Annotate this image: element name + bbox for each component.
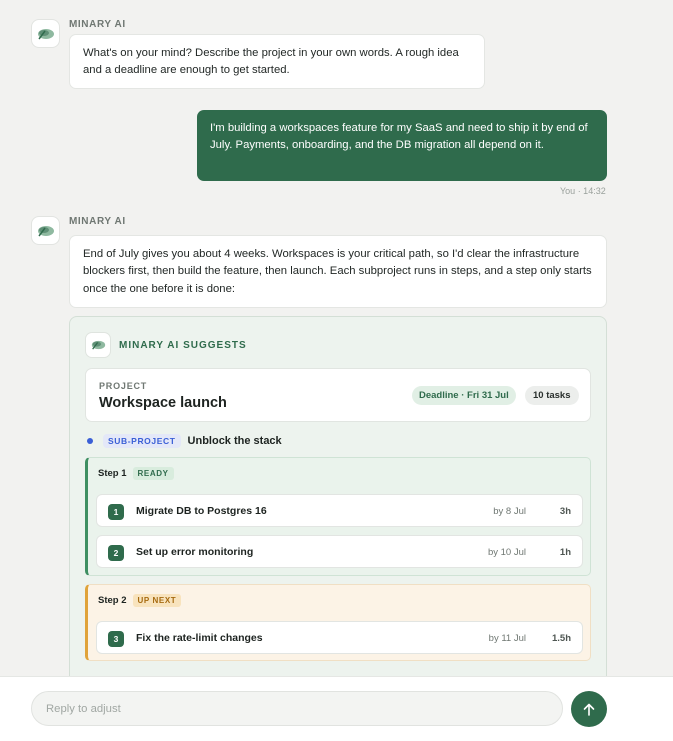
minary-logo-icon <box>37 225 54 236</box>
reply-input[interactable] <box>31 691 563 726</box>
step-block: Step 2 UP NEXT 3 Fix the rate-limit chan… <box>85 584 591 661</box>
task-estimate: 1h <box>559 547 571 558</box>
suggestion-logo <box>85 332 111 358</box>
step-title: Step 2 <box>98 595 127 606</box>
task-name: Fix the rate-limit changes <box>136 632 263 644</box>
user-message: I'm building a workspaces feature for my… <box>197 110 607 181</box>
task-number: 3 <box>108 631 124 647</box>
composer-bar <box>0 676 673 741</box>
project-label: PROJECT <box>99 381 148 391</box>
task-due-date: by 10 Jul <box>487 547 526 558</box>
assistant-avatar <box>31 19 60 48</box>
step-block: Step 1 READY 1 Migrate DB to Postgres 16… <box>85 457 591 576</box>
assistant-message: End of July gives you about 4 weeks. Wor… <box>69 235 607 308</box>
task-due-date: by 8 Jul <box>493 506 526 517</box>
step-label: Step 1 READY <box>98 467 174 480</box>
task-row[interactable]: 2 Set up error monitoring by 10 Jul 1h <box>96 535 583 568</box>
step-status-badge: UP NEXT <box>132 594 182 607</box>
minary-logo-icon <box>37 28 54 39</box>
task-row[interactable]: 3 Fix the rate-limit changes by 11 Jul 1… <box>96 621 583 654</box>
task-number: 2 <box>108 545 124 561</box>
arrow-up-icon <box>583 703 595 716</box>
task-estimate: 1.5h <box>551 633 571 644</box>
suggestion-card: MINARY AI SUGGESTS PROJECT Workspace lau… <box>69 316 607 696</box>
task-name: Set up error monitoring <box>136 546 254 558</box>
message-meta: You · 14:32 <box>560 186 606 196</box>
project-name: Workspace launch <box>99 395 227 411</box>
task-estimate: 3h <box>559 506 571 517</box>
tasks-count-badge: 10 tasks <box>525 386 579 405</box>
send-button[interactable] <box>571 691 607 727</box>
task-number: 1 <box>108 504 124 520</box>
assistant-avatar <box>31 216 60 245</box>
suggestion-header: MINARY AI SUGGESTS <box>85 332 247 358</box>
task-due-date: by 11 Jul <box>488 633 526 644</box>
subproject-dot <box>87 438 93 444</box>
step-label: Step 2 UP NEXT <box>98 594 182 607</box>
sender-name: MINARY AI <box>69 216 126 227</box>
assistant-message: What's on your mind? Describe the projec… <box>69 34 485 89</box>
sender-name: MINARY AI <box>69 19 126 30</box>
subproject-name: Unblock the stack <box>187 435 282 447</box>
task-row[interactable]: 1 Migrate DB to Postgres 16 by 8 Jul 3h <box>96 494 583 527</box>
step-status-badge: READY <box>132 467 174 480</box>
project-card[interactable]: PROJECT Workspace launch Deadline · Fri … <box>85 368 591 422</box>
task-name: Migrate DB to Postgres 16 <box>136 505 267 517</box>
step-title: Step 1 <box>98 468 127 479</box>
minary-logo-icon <box>91 340 105 350</box>
deadline-badge: Deadline · Fri 31 Jul <box>412 386 516 405</box>
suggestion-title: MINARY AI SUGGESTS <box>119 339 247 351</box>
subproject-header[interactable]: SUB-PROJECT Unblock the stack <box>87 434 282 448</box>
subproject-badge: SUB-PROJECT <box>103 434 181 448</box>
